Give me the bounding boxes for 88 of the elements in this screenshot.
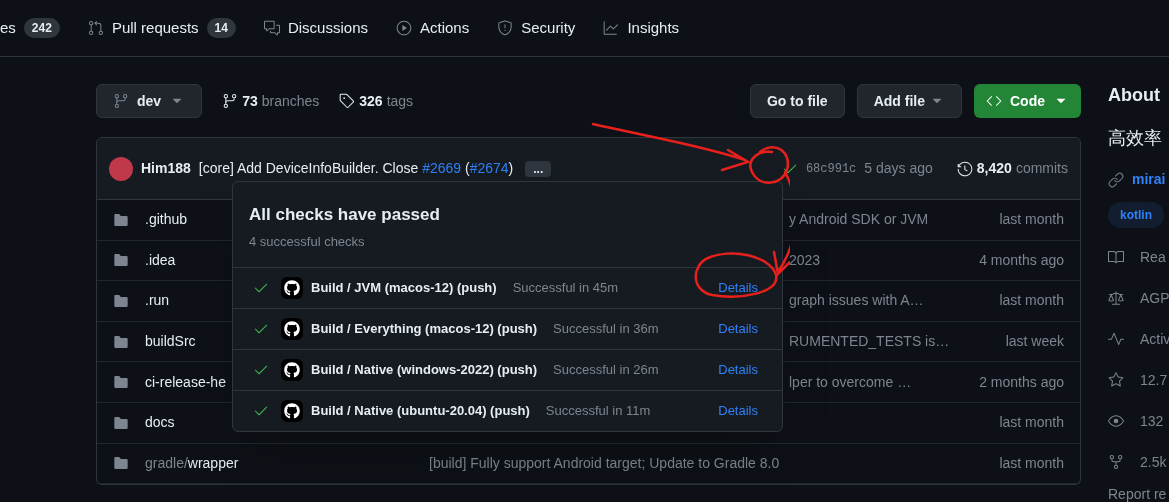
popup-subtitle: 4 successful checks <box>249 232 366 251</box>
avatar <box>109 156 133 181</box>
book-icon <box>1108 249 1124 265</box>
logo-icon <box>281 400 303 422</box>
commit-message[interactable]: RUMENTED_TESTS is… <box>789 333 950 350</box>
commit-date: last month <box>999 413 1064 433</box>
folder-icon <box>113 333 129 350</box>
about-link[interactable]: 12.7 <box>1140 369 1168 391</box>
repo-description: 高效率 <box>1108 127 1163 150</box>
discussion-icon <box>263 20 280 36</box>
eye-icon <box>1108 413 1124 429</box>
commit-time: 5 days ago <box>864 159 933 178</box>
commit-message[interactable]: [build] Fully support Android target; Update to Gradle 8.0 <box>429 454 780 471</box>
about-link[interactable]: 2.5k <box>1140 451 1167 473</box>
branch-icon <box>113 93 129 109</box>
pulse-icon <box>1108 331 1124 347</box>
nav-tab[interactable]: Discussions <box>263 16 396 40</box>
commit-message[interactable]: graph issues with A… <box>789 292 924 309</box>
logo-icon <box>281 277 303 299</box>
commit-message[interactable]: y Android SDK or JVM <box>789 211 929 228</box>
details-link[interactable]: Details <box>718 401 758 421</box>
details-link[interactable]: Details <box>718 360 758 380</box>
about-link[interactable]: Rea <box>1140 246 1166 268</box>
commit-date: 4 months ago <box>979 250 1064 270</box>
check-name: Build / Native (windows-2022) (push) <box>311 361 538 380</box>
commit-message: [core] Add DeviceInfoBuilder. Close #2669 (#2674) <box>198 159 514 178</box>
folder-icon <box>113 374 129 391</box>
count-badge: 14 <box>206 18 236 38</box>
play-icon <box>396 20 412 36</box>
check-name: Build / Native (ubuntu-20.04) (push) <box>311 402 530 421</box>
pull-request-icon <box>87 20 104 36</box>
check-duration: Successful in 36m <box>553 320 659 339</box>
code-icon <box>986 93 1002 109</box>
nav-tab[interactable]: Security <box>497 16 604 40</box>
folder-icon <box>113 414 129 431</box>
folder-icon <box>113 455 129 472</box>
check-name: Build / JVM (macos-12) (push) <box>311 279 497 298</box>
details-link[interactable]: Details <box>718 319 758 339</box>
website-link[interactable]: mirai <box>1132 169 1166 190</box>
shield-icon <box>497 20 514 36</box>
branch-icon <box>222 93 239 109</box>
folder-icon <box>113 211 129 228</box>
file-name[interactable]: gradle/wrapper <box>145 452 429 474</box>
nav-tab[interactable]: Pull requests 14 <box>87 16 264 40</box>
folder-icon <box>113 252 129 269</box>
about-link[interactable]: AGP <box>1140 287 1169 309</box>
commit-date: 2 months ago <box>979 372 1064 392</box>
scale-icon <box>1108 290 1124 306</box>
logo-icon <box>281 318 303 340</box>
star-icon <box>1108 372 1124 388</box>
commits-link[interactable]: 8,420 commits <box>956 158 1068 179</box>
code-button[interactable]: Code <box>974 84 1081 118</box>
check-duration: Successful in 45m <box>512 279 619 298</box>
issue-link[interactable]: #2674 <box>469 160 509 176</box>
commit-message[interactable]: lper to overcome … <box>789 373 912 390</box>
branches-link[interactable]: 73 branches <box>222 90 320 112</box>
commit-message[interactable]: 2023 <box>789 251 821 268</box>
check-duration: Successful in 26m <box>553 361 659 380</box>
fork-icon <box>1108 454 1124 470</box>
graph-icon <box>603 20 620 36</box>
more-button[interactable]: ... <box>525 160 552 177</box>
check-name: Build / Everything (macos-12) (push) <box>311 320 538 339</box>
folder-icon <box>113 293 129 309</box>
nav-tab[interactable]: Insights <box>603 16 708 40</box>
commit-date: last week <box>1005 332 1064 352</box>
commit-hash[interactable]: 68c991c <box>805 159 857 178</box>
report-link[interactable]: Report re <box>1108 484 1169 502</box>
go-to-file-button[interactable]: Go to file <box>750 84 845 118</box>
add-file-button[interactable]: Add file <box>856 84 962 118</box>
commit-date: last month <box>999 291 1064 311</box>
topic-tag[interactable]: kotlin <box>1108 202 1164 228</box>
count-badge: 242 <box>23 18 60 38</box>
commit-author[interactable]: Him188 <box>141 158 191 179</box>
nav-tab[interactable]: es 242 <box>0 16 88 40</box>
logo-icon <box>281 359 303 381</box>
history-icon <box>956 160 973 177</box>
tag-icon <box>339 93 356 109</box>
about-heading: About <box>1108 84 1161 107</box>
issue-link[interactable]: #2669 <box>422 160 462 176</box>
link-icon <box>1108 171 1124 188</box>
popup-title: All checks have passed <box>249 204 441 226</box>
commit-date: last month <box>999 210 1064 230</box>
check-duration: Successful in 11m <box>545 402 651 421</box>
nav-tab[interactable]: Actions <box>396 16 498 40</box>
branch-button[interactable]: dev <box>96 84 203 118</box>
about-link[interactable]: 132 <box>1140 410 1164 432</box>
commit-date: last month <box>999 453 1064 473</box>
tags-link[interactable]: 326 tags <box>339 90 414 112</box>
